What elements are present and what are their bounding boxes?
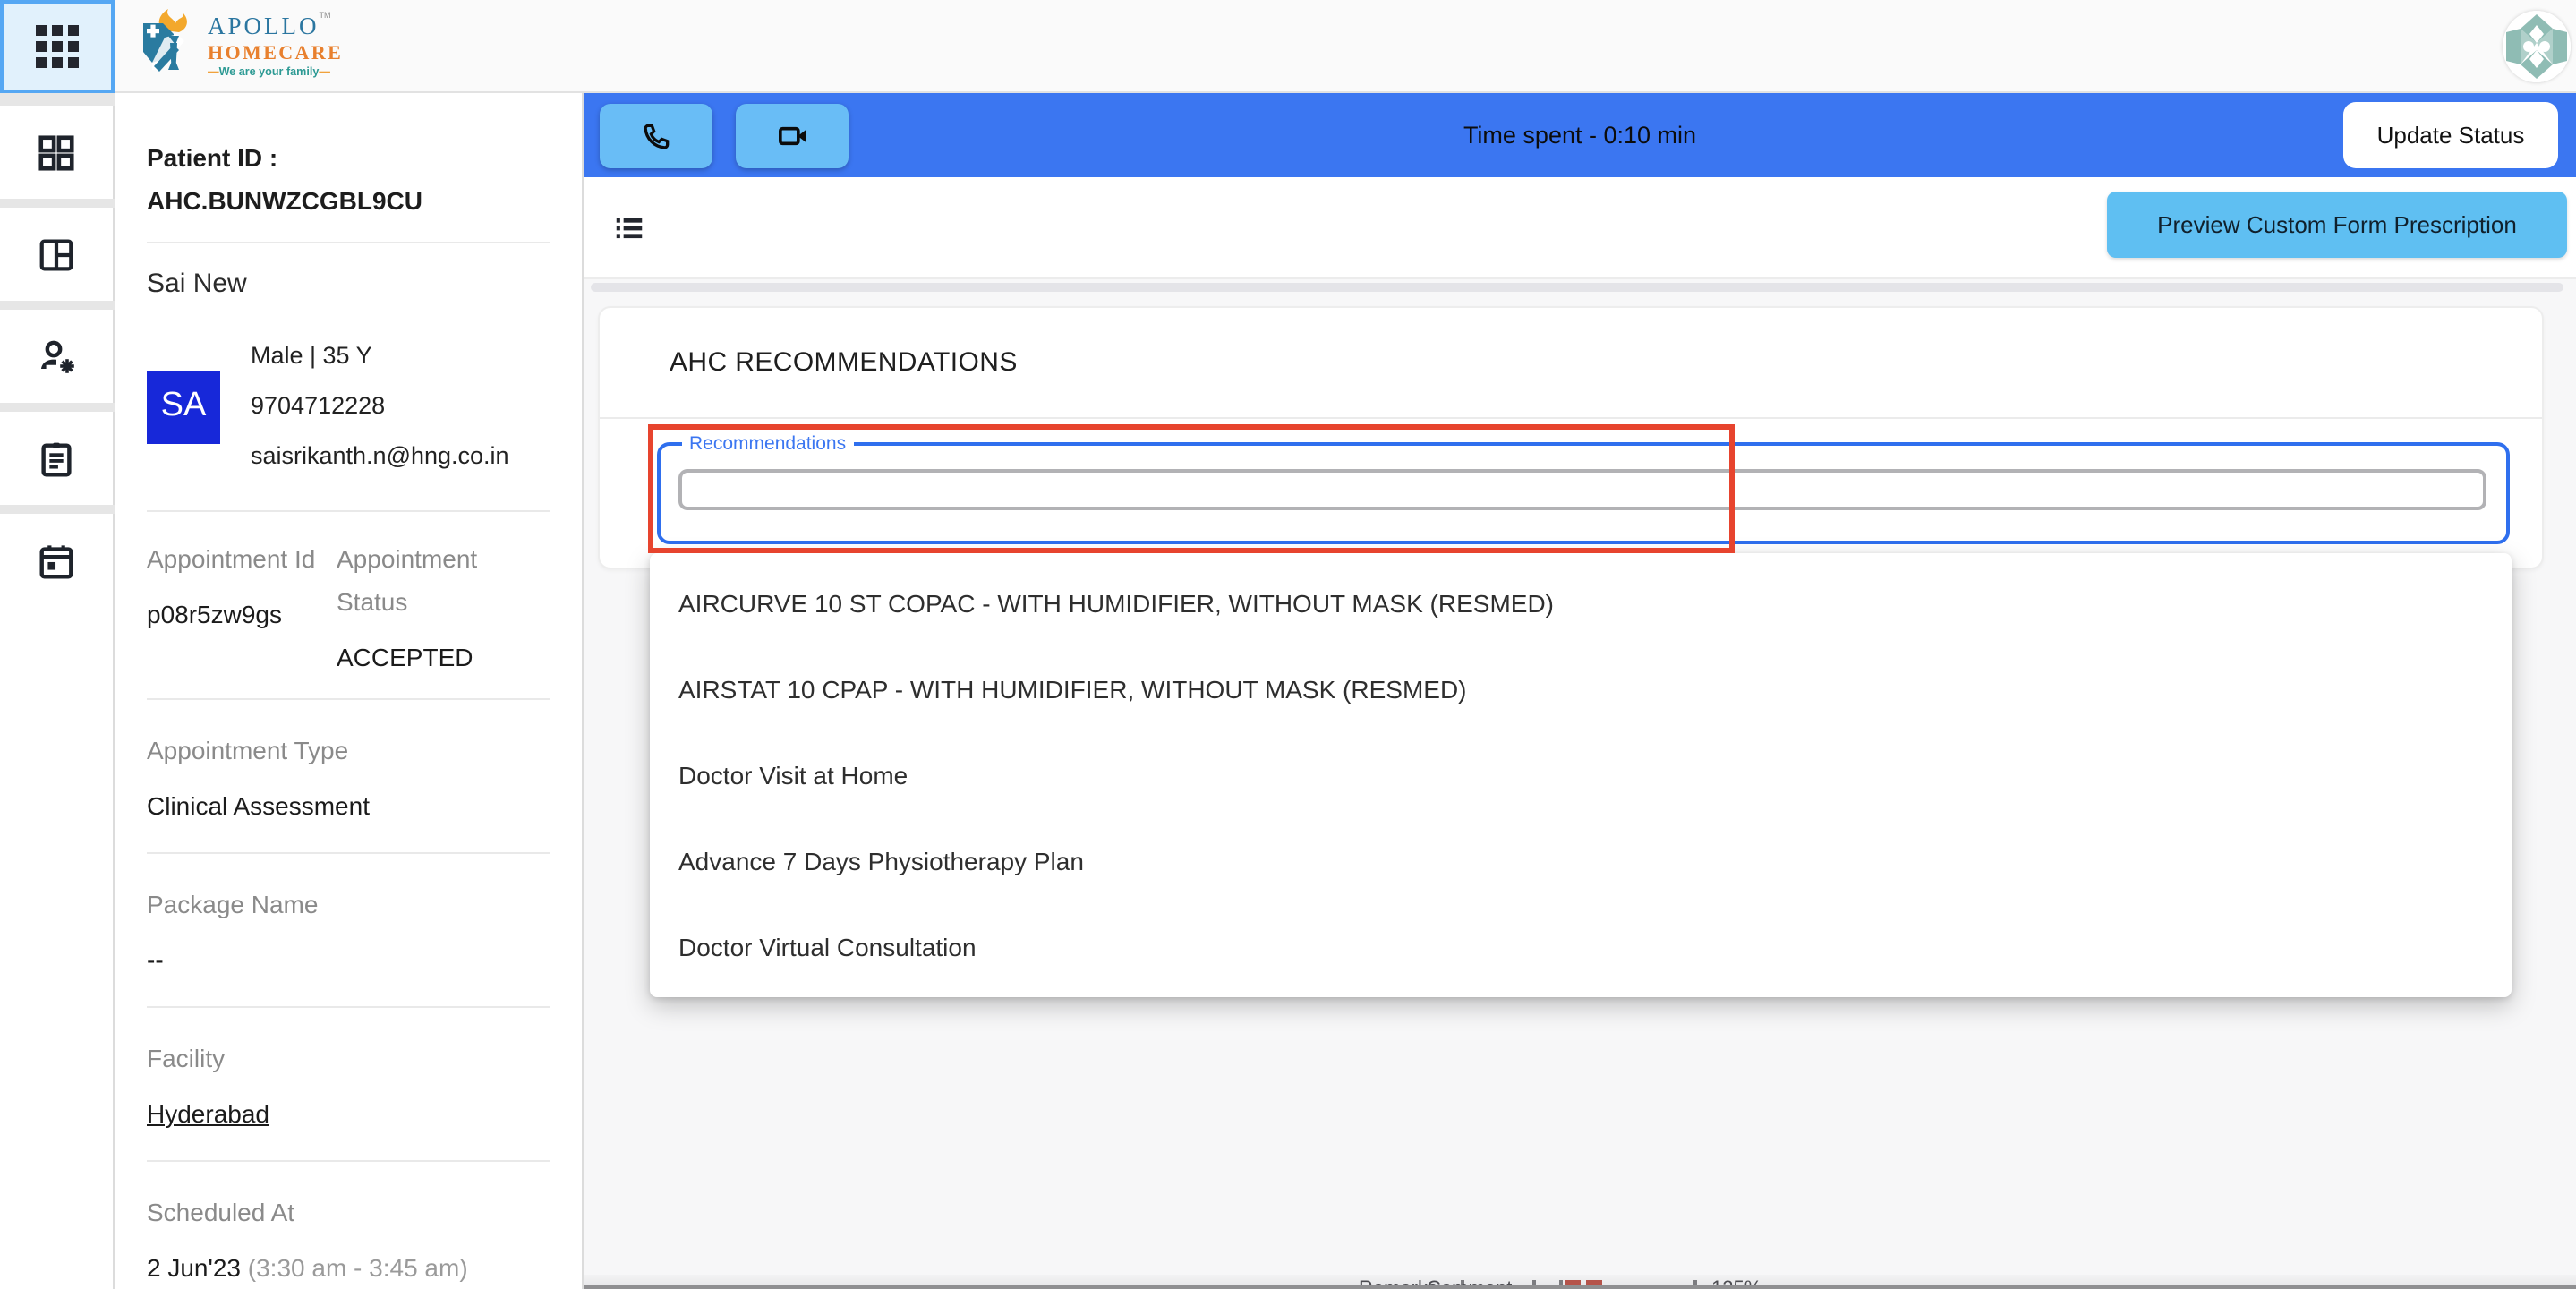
cutoff-divider (1559, 1280, 1563, 1289)
patient-phone: 9704712228 (251, 381, 509, 431)
logo-name: APOLLO (208, 13, 320, 40)
logo-sub-name: HOMECARE (208, 46, 343, 65)
main-content: Time spent - 0:10 min Update Status Prev… (584, 93, 2576, 1289)
list-icon (612, 211, 646, 245)
horizontal-scrollbar[interactable] (591, 283, 2563, 292)
recommendations-field-label: Recommendations (682, 433, 853, 457)
ahc-recommendations-card: AHC RECOMMENDATIONS Recommendations (598, 306, 2544, 569)
dropdown-option[interactable]: Advance 7 Days Physiotherapy Plan (650, 818, 2512, 904)
cutoff-text-remarks: Remarks (1359, 1278, 1437, 1289)
divider (147, 510, 550, 512)
user-settings-icon (35, 335, 78, 378)
appointment-type-value: Clinical Assessment (147, 784, 550, 827)
divider (147, 698, 550, 700)
calendar-icon (36, 540, 77, 581)
user-avatar-identicon[interactable] (2503, 11, 2571, 82)
recommendations-dropdown: AIRCURVE 10 ST COPAC - WITH HUMIDIFIER, … (650, 553, 2512, 997)
bottom-cutoff-strip: Remarks Comment 125% (584, 1275, 2576, 1289)
preview-custom-form-prescription-button[interactable]: Preview Custom Form Prescription (2107, 192, 2567, 258)
divider (147, 852, 550, 854)
tool-row: Preview Custom Form Prescription (584, 177, 2576, 279)
patient-info-panel: Patient ID : AHC.BUNWZCGBL9CU Sai New SA… (115, 93, 584, 1289)
dropdown-option[interactable]: AIRSTAT 10 CPAP - WITH HUMIDIFIER, WITHO… (650, 646, 2512, 732)
phone-icon (639, 119, 673, 153)
patient-id-label: Patient ID : (147, 136, 550, 179)
cutoff-divider (1693, 1280, 1697, 1289)
scheduled-at-value: 2 Jun'23 (3:30 am - 3:45 am) (147, 1246, 550, 1289)
sidebar-item-split-view[interactable] (0, 208, 113, 301)
appointment-type-label: Appointment Type (147, 729, 550, 772)
rail-divider (0, 93, 115, 106)
facility-link[interactable]: Hyderabad (147, 1092, 550, 1135)
patient-contact-block: SA Male | 35 Y 9704712228 saisrikanth.n@… (147, 331, 550, 482)
time-spent-text: Time spent - 0:10 min (584, 122, 2576, 149)
patient-name: Sai New (147, 269, 550, 299)
dashboard-icon (36, 132, 77, 173)
rail-divider (0, 403, 115, 412)
cutoff-red-square (1586, 1280, 1602, 1289)
rail-divider (0, 505, 115, 514)
scheduled-at-label: Scheduled At (147, 1191, 550, 1234)
section-title: AHC RECOMMENDATIONS (670, 347, 1018, 378)
patient-avatar: SA (147, 370, 220, 443)
patient-id-value: AHC.BUNWZCGBL9CU (147, 179, 550, 222)
package-name-value: -- (147, 938, 550, 981)
rail-divider (0, 199, 115, 208)
list-view-toggle[interactable] (612, 211, 646, 254)
video-camera-icon (774, 118, 810, 154)
sidebar-item-dashboard[interactable] (0, 106, 113, 199)
appointment-id-label: Appointment Id (147, 537, 337, 580)
appointment-status-label: Appointment Status (337, 537, 550, 623)
split-view-icon (36, 234, 77, 275)
phone-call-button[interactable] (600, 104, 712, 168)
rail-divider (0, 301, 115, 310)
call-control-bar: Time spent - 0:10 min Update Status (584, 93, 2576, 177)
cutoff-red-square (1565, 1280, 1581, 1289)
logo-trademark: TM (320, 12, 331, 21)
apollo-homecare-logo: APOLLOTM HOMECARE —We are your family— (138, 9, 343, 84)
clipboard-icon (36, 438, 77, 479)
appointment-status-value: ACCEPTED (337, 636, 550, 679)
apps-grid-icon (36, 25, 79, 68)
sidebar-item-user-settings[interactable] (0, 310, 113, 403)
divider (147, 1160, 550, 1162)
cutoff-divider (1532, 1280, 1536, 1289)
top-bar: APOLLOTM HOMECARE —We are your family— (0, 0, 2576, 93)
dropdown-option[interactable]: Doctor Visit at Home (650, 732, 2512, 818)
recommendations-field-outline: Recommendations (657, 442, 2510, 544)
patient-demographics: Male | 35 Y (251, 331, 509, 381)
card-header: AHC RECOMMENDATIONS (600, 308, 2542, 419)
logo-tagline: —We are your family— (208, 69, 343, 81)
patient-email: saisrikanth.n@hng.co.in (251, 431, 509, 482)
cutoff-text-comment: Comment (1427, 1278, 1512, 1289)
identicon-pattern (2503, 11, 2571, 82)
left-icon-rail (0, 93, 115, 1289)
facility-label: Facility (147, 1037, 550, 1080)
app-window: APOLLOTM HOMECARE —We are your family— (0, 0, 2576, 1289)
recommendations-input[interactable] (678, 469, 2486, 510)
sidebar-item-clipboard[interactable] (0, 412, 113, 505)
dropdown-option[interactable]: AIRCURVE 10 ST COPAC - WITH HUMIDIFIER, … (650, 560, 2512, 646)
divider (147, 242, 550, 243)
update-status-button[interactable]: Update Status (2343, 102, 2558, 168)
sidebar-item-calendar[interactable] (0, 514, 113, 607)
apollo-torch-icon (138, 9, 199, 84)
appointment-id-value: p08r5zw9gs (147, 593, 337, 636)
package-name-label: Package Name (147, 883, 550, 926)
cutoff-text: 125% (1711, 1278, 1761, 1289)
apps-menu-button[interactable] (0, 0, 115, 93)
dropdown-option[interactable]: Doctor Virtual Consultation (650, 904, 2512, 990)
video-call-button[interactable] (736, 104, 849, 168)
divider (147, 1006, 550, 1008)
